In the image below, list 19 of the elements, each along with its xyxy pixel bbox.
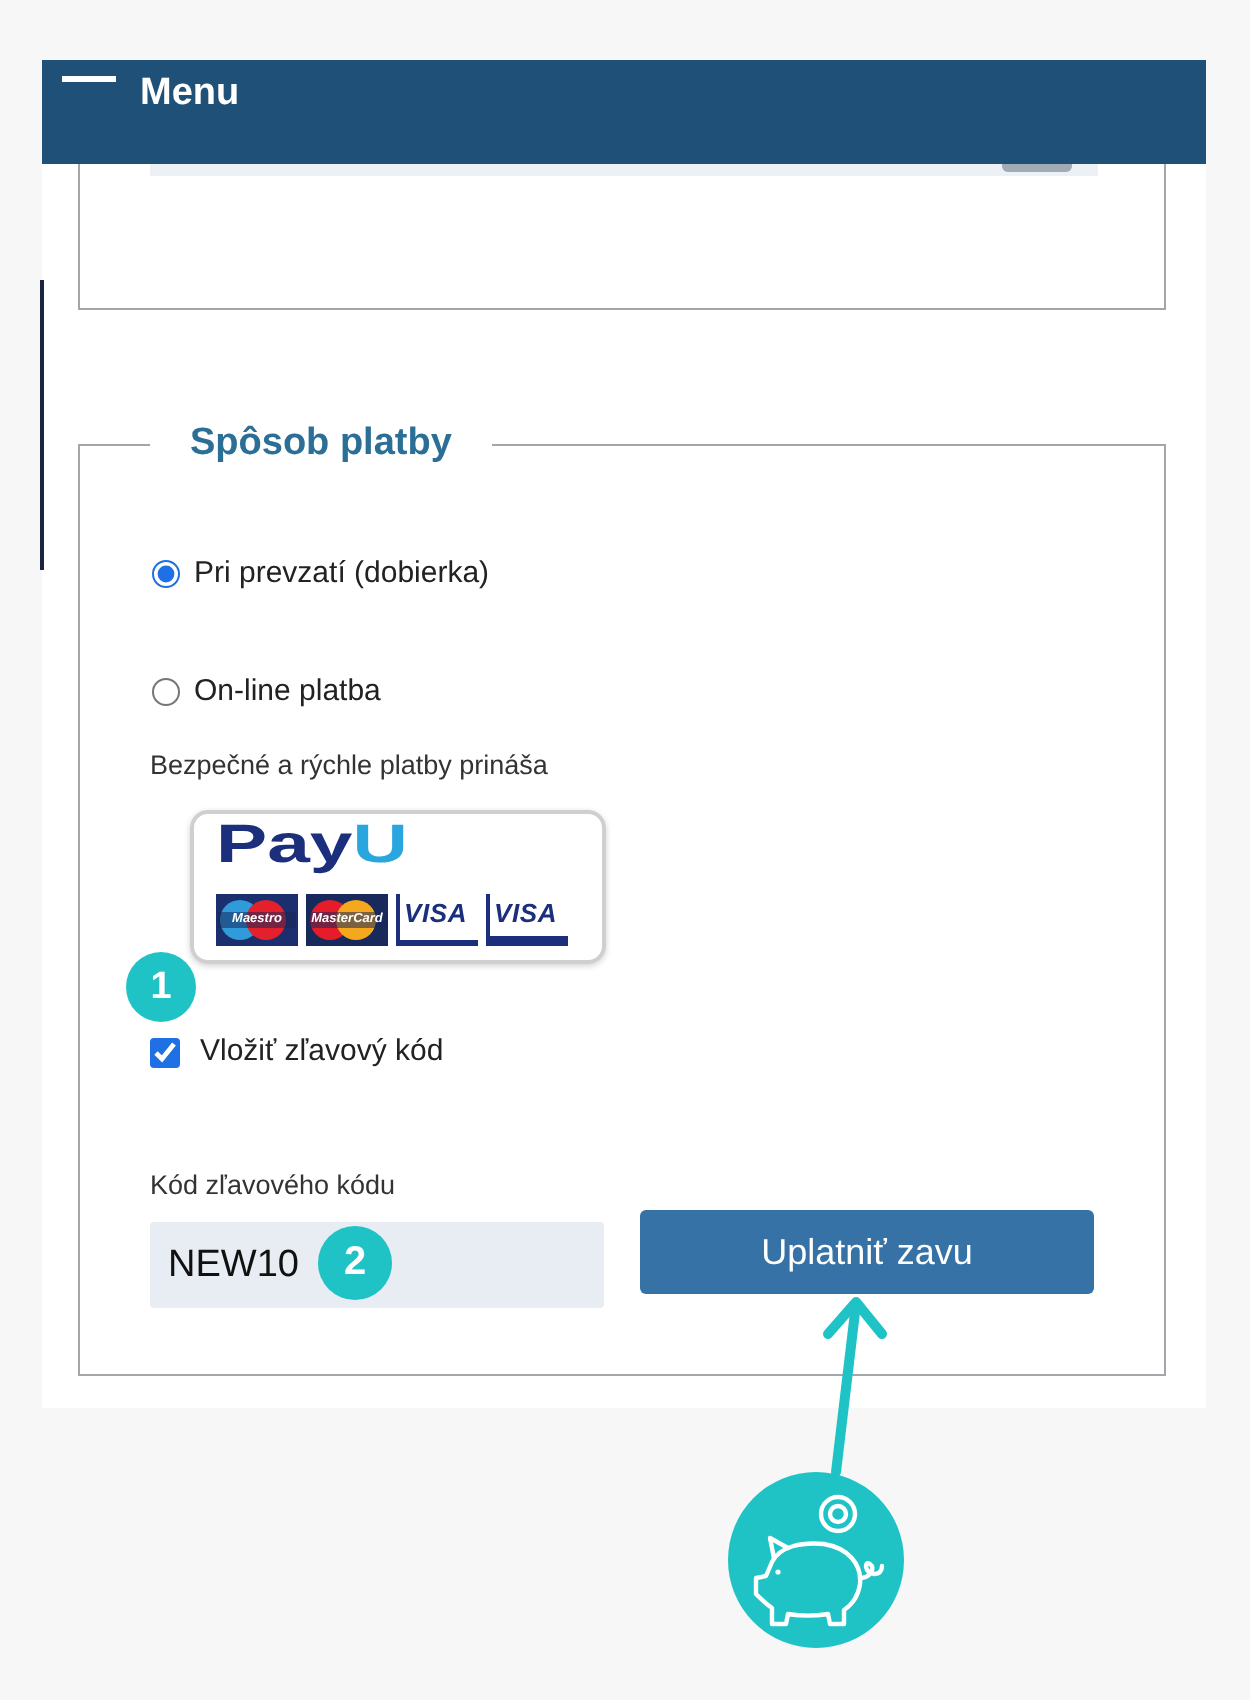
provider-note: Bezpečné a rýchle platby prináša <box>150 748 550 784</box>
field-label: Kód zľavového kódu <box>150 1168 398 1204</box>
apply-discount-button[interactable]: Uplatniť zavu <box>640 1210 1094 1294</box>
radio-button[interactable] <box>152 560 180 588</box>
field-button[interactable] <box>1002 164 1072 172</box>
input-field[interactable] <box>150 164 1098 176</box>
card-logo: VISA <box>396 894 478 946</box>
provider-brand: PayU <box>216 816 408 872</box>
menu-icon <box>62 76 116 82</box>
menu-button[interactable]: Menu <box>62 72 240 116</box>
checkbox[interactable] <box>150 1037 180 1067</box>
card-logo: VISA <box>486 894 568 946</box>
step-badge: 1 <box>126 952 196 1022</box>
checkbox-label[interactable]: Vložiť zľavový kód <box>200 1032 444 1072</box>
radio-label[interactable]: On-line platba <box>194 672 381 712</box>
piggy-bank-icon <box>728 1472 904 1648</box>
radio-button[interactable] <box>152 678 180 706</box>
radio-label[interactable]: Pri prevzatí (dobierka) <box>194 554 490 594</box>
section-legend: Spôsob platby <box>150 420 492 468</box>
